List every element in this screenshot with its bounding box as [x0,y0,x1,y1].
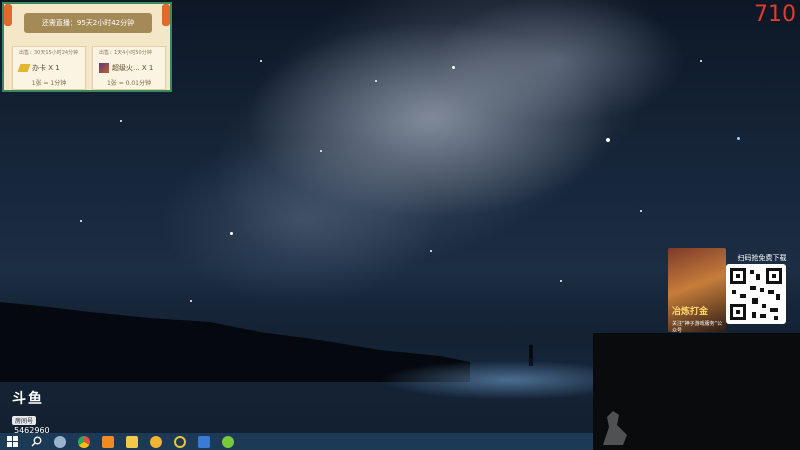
help-app-icon [102,435,114,448]
remaining-live-banner: 还需直播：95天2小时42分钟 [24,13,152,33]
viewer-counter: 710 [754,2,796,27]
star [320,150,322,152]
fire-icon [99,63,109,73]
star [606,138,610,142]
gift-card-rate: 1张 = 0.01分钟 [106,80,152,87]
chrome-icon [78,435,90,448]
camera-overlay [593,333,800,450]
taskbar-app[interactable] [216,433,240,450]
ring-app-icon [174,435,186,448]
gift-card-item: 办卡 X 1 [17,61,60,75]
taskbar-app[interactable] [168,433,192,450]
taskbar-app[interactable] [120,433,144,450]
game-app-icon [126,435,138,448]
person-silhouette [528,344,534,366]
star [80,220,82,222]
gift-card-rate: 1张 = 1分钟 [31,80,67,87]
taskbar-app[interactable] [96,433,120,450]
star [260,60,262,62]
star [430,250,432,252]
wps-app-icon [198,435,210,448]
key-icon [17,64,31,72]
live-duration-widget: 还需直播：95天2小时42分钟 出售：30天15小时24分钟 办卡 X 1 1张… [2,2,172,92]
steam-icon [54,435,66,448]
star [452,66,455,69]
taskbar-app[interactable] [72,433,96,450]
star [640,210,642,212]
logo-sub: 房间号 [12,416,37,425]
gift-card-item-label: 办卡 X 1 [32,64,60,72]
game-subtitle: 关注“神子游戏服务”公众号 [672,321,723,334]
lantern-icon [4,4,12,26]
game-title: 冶炼打金 [672,307,709,317]
search-button[interactable] [24,433,48,450]
gift-card-item-label: 超级火... X 1 [112,64,154,72]
gift-card-tag: 出售：30天15小时24分钟 [19,50,79,56]
game-promo[interactable]: 冶炼打金 关注“神子游戏服务”公众号 扫码抢免费下载 [668,248,800,334]
start-icon [6,436,18,447]
star [230,232,233,235]
star [700,60,702,62]
taskbar [0,433,593,450]
logo-mark: 斗鱼 [12,391,44,407]
taskbar-app[interactable] [144,433,168,450]
qr-code-icon[interactable] [726,264,786,324]
start-button[interactable] [0,433,24,450]
face-app-icon [150,435,162,448]
star [560,280,562,282]
taskbar-app[interactable] [192,433,216,450]
search-icon [31,436,41,447]
green-app-icon [222,435,234,448]
gift-card-tag: 出售：1天4小时50分钟 [99,50,152,56]
scan-label: 扫码抢免费下载 [737,254,787,262]
gift-card[interactable]: 出售：1天4小时50分钟 超级火... X 1 1张 = 0.01分钟 [92,46,166,90]
taskbar-app[interactable] [48,433,72,450]
star [120,120,122,122]
star [737,137,740,140]
character-silhouette [603,411,627,445]
lantern-icon [162,4,170,26]
gift-card[interactable]: 出售：30天15小时24分钟 办卡 X 1 1张 = 1分钟 [12,46,86,90]
gift-card-item: 超级火... X 1 [99,61,153,75]
star [375,80,377,82]
douyu-logo: 斗鱼 房间号 [12,388,60,428]
game-hero-image: 冶炼打金 关注“神子游戏服务”公众号 [668,248,726,334]
